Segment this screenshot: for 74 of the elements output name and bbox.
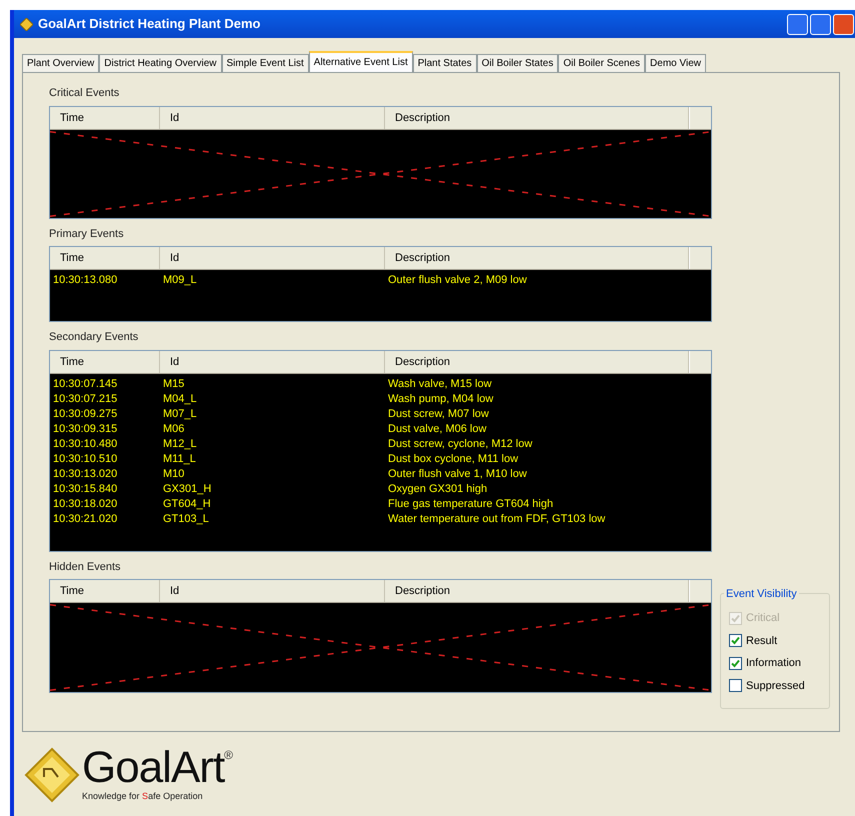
table-cell-text: 10:30:13.080 [52, 273, 118, 288]
close-button[interactable] [833, 14, 854, 34]
column-header[interactable]: Id [160, 106, 385, 128]
table-cell-text: Oxygen GX301 high [387, 482, 488, 496]
checkbox-label: Critical [746, 611, 780, 626]
group-title: Secondary Events [49, 330, 140, 345]
table-cell-text: Outer flush valve 2, M09 low [387, 273, 528, 288]
table-cell-text: M07_L [162, 406, 198, 422]
table-cell-text: Wash valve, M15 low [387, 376, 493, 392]
column-header[interactable]: Time [50, 247, 160, 269]
checkbox-label: Information [746, 656, 802, 671]
window-title: GoalArt District Heating Plant Demo [38, 15, 260, 34]
table-cell-text: M12_L [162, 436, 198, 452]
table-cell-text: 10:30:18.020 [52, 496, 118, 512]
column-header[interactable]: Description [385, 350, 689, 372]
column-header[interactable]: Id [160, 580, 385, 602]
checkbox-label: Result [746, 634, 778, 648]
table-cell-text: GT103_L [162, 512, 210, 526]
maximize-button[interactable] [810, 14, 831, 34]
table-cell-text: M15 [162, 376, 186, 392]
table-cell-text: GT604_H [162, 496, 212, 512]
table-cell-text: Flue gas temperature GT604 high [387, 496, 554, 512]
group-title: Event Visibility [724, 586, 799, 602]
column-header[interactable]: Description [385, 247, 689, 269]
table-cell-text: M06 [162, 422, 186, 436]
diamond-icon [20, 18, 33, 30]
table-cell-text: M10 [162, 466, 186, 482]
logo-tagline: Knowledge for Safe Operation [82, 790, 204, 803]
tab[interactable]: District Heating Overview [99, 54, 222, 72]
table-cell-text: 10:30:15.840 [52, 482, 118, 496]
group-title: Critical Events [49, 86, 120, 101]
column-header[interactable]: Id [160, 350, 385, 372]
registered-mark: ® [224, 747, 234, 762]
checkbox-label: Suppressed [746, 678, 805, 694]
table-cell-text: GX301_H [162, 482, 212, 496]
tab[interactable]: Plant Overview [22, 54, 100, 72]
table-cell-text: 10:30:10.480 [52, 436, 118, 452]
table-cell-text: Dust screw, M07 low [387, 406, 490, 422]
logo-wordmark: GoalArt [82, 746, 224, 790]
table-cell-text: 10:30:13.020 [52, 466, 118, 482]
group-title: Hidden Events [49, 560, 122, 574]
tab[interactable]: Alternative Event List [308, 51, 413, 72]
table-cell-text: 10:30:09.315 [52, 422, 118, 436]
minimize-button[interactable] [787, 14, 808, 34]
checkbox[interactable] [729, 656, 742, 670]
logo-diamond-icon [24, 746, 80, 803]
table-cell-text: Water temperature out from FDF, GT103 low [387, 512, 606, 526]
table-cell-text: 10:30:07.215 [52, 392, 118, 406]
table-cell-text: M04_L [162, 392, 198, 406]
group-title: Primary Events [49, 226, 125, 242]
table-cell-text: Outer flush valve 1, M10 low [387, 466, 528, 482]
checkbox[interactable] [729, 634, 742, 648]
table-cell-text: 10:30:10.510 [52, 452, 118, 466]
table-cell-text: Dust box cyclone, M11 low [387, 452, 520, 466]
table-cell-text: Dust screw, cyclone, M12 low [387, 436, 534, 452]
column-header[interactable]: Id [160, 247, 385, 269]
table-cell-text: Wash pump, M04 low [387, 392, 494, 406]
checkbox[interactable] [729, 679, 742, 692]
column-header[interactable]: Description [385, 580, 689, 602]
tab[interactable]: Demo View [645, 54, 706, 72]
tab[interactable]: Oil Boiler States [476, 54, 558, 72]
tab[interactable]: Plant States [412, 54, 477, 72]
tab[interactable]: Simple Event List [222, 54, 309, 72]
table-cell-text: M11_L [162, 452, 197, 466]
column-header[interactable]: Description [385, 106, 689, 128]
table-cell-text: 10:30:07.145 [52, 376, 118, 392]
column-header[interactable]: Time [50, 106, 160, 128]
tab[interactable]: Oil Boiler Scenes [558, 54, 646, 72]
column-header[interactable]: Time [50, 580, 160, 602]
table-cell-text: M09_L [162, 273, 198, 288]
table-cell-text: Dust valve, M06 low [387, 422, 488, 436]
table-cell-text: 10:30:09.275 [52, 406, 118, 422]
table-cell-text: 10:30:21.020 [52, 512, 118, 526]
column-header[interactable]: Time [50, 350, 160, 372]
